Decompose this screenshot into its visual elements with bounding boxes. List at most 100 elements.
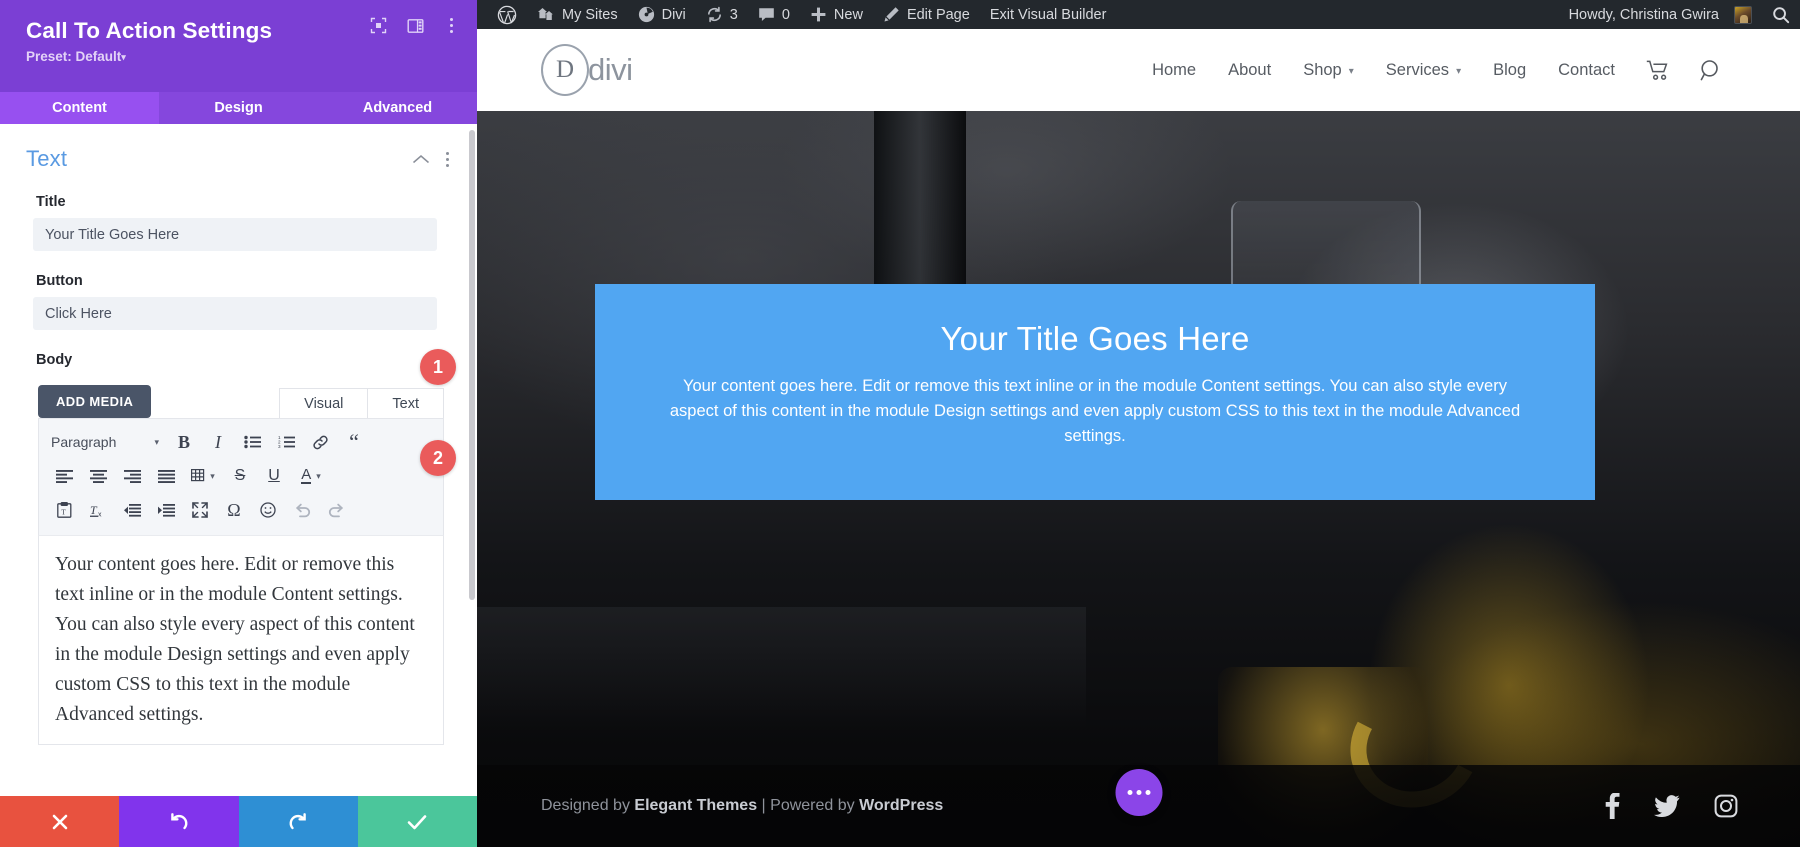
svg-text:T: T (90, 503, 98, 517)
clear-formatting-icon[interactable]: T x (81, 495, 115, 525)
button-field-group: Button Click Here (0, 273, 477, 330)
footer-credit: Designed by Elegant Themes | Powered by … (541, 797, 943, 815)
bulleted-list-icon[interactable] (235, 427, 269, 457)
layout-columns-icon[interactable] (407, 18, 424, 34)
redo-icon[interactable] (319, 495, 353, 525)
emoji-icon[interactable] (251, 495, 285, 525)
panel-preset-selector[interactable]: Preset: Default▾ (26, 49, 459, 64)
wordpress-logo-icon[interactable] (487, 0, 527, 29)
indent-icon[interactable] (149, 495, 183, 525)
more-vertical-icon[interactable] (444, 16, 459, 35)
svg-text:3: 3 (278, 444, 281, 449)
nav-item-blog[interactable]: Blog (1477, 61, 1542, 80)
nav-item-shop[interactable]: Shop ▾ (1287, 61, 1370, 80)
footer-social-links (1604, 793, 1738, 819)
adminbar-comments[interactable]: 0 (748, 0, 800, 29)
redo-button[interactable] (238, 796, 358, 847)
focus-target-icon[interactable] (370, 17, 387, 34)
link-icon[interactable] (303, 427, 337, 457)
panel-body: Text Title Your Title Goes Here Button C… (0, 124, 477, 796)
tab-content[interactable]: Content (0, 92, 159, 124)
body-textarea-content: Your content goes here. Edit or remove t… (55, 554, 415, 725)
fullscreen-icon[interactable] (183, 495, 217, 525)
tab-advanced[interactable]: Advanced (318, 92, 477, 124)
adminbar-my-sites[interactable]: My Sites (527, 0, 628, 29)
add-media-button[interactable]: ADD MEDIA (38, 385, 152, 418)
align-left-icon[interactable] (47, 461, 81, 491)
undo-button[interactable] (119, 796, 239, 847)
cancel-button[interactable] (0, 796, 120, 847)
paste-as-text-icon[interactable]: T (47, 495, 81, 525)
title-input[interactable]: Your Title Goes Here (33, 218, 437, 251)
footer-credit-middle: | Powered by (757, 797, 860, 814)
adminbar-account[interactable]: Howdy, Christina Gwira (1559, 0, 1762, 29)
site-header: D divi Home About Shop ▾ Services ▾ Blog… (477, 29, 1800, 111)
panel-header-icons (370, 16, 459, 35)
special-character-icon[interactable]: Ω (217, 495, 251, 525)
underline-icon[interactable]: U (257, 461, 291, 491)
facebook-icon[interactable] (1604, 793, 1620, 819)
table-icon[interactable]: ▾ (183, 461, 223, 491)
cta-title[interactable]: Your Title Goes Here (655, 318, 1535, 360)
align-right-icon[interactable] (115, 461, 149, 491)
blockquote-icon[interactable]: “ (337, 427, 371, 457)
footer-credit-prefix: Designed by (541, 797, 635, 814)
button-input[interactable]: Click Here (33, 297, 437, 330)
adminbar-edit-page[interactable]: Edit Page (873, 0, 980, 29)
site-logo[interactable]: D divi (541, 44, 633, 96)
divi-icon (638, 6, 654, 23)
adminbar-updates[interactable]: 3 (696, 0, 748, 29)
save-button[interactable] (357, 796, 477, 847)
undo-icon[interactable] (285, 495, 319, 525)
italic-icon[interactable]: I (201, 427, 235, 457)
tab-visual[interactable]: Visual (279, 388, 369, 418)
nav-item-services-label: Services (1385, 60, 1450, 79)
title-field-group: Title Your Title Goes Here (0, 194, 477, 251)
annotation-badge-1: 1 (420, 349, 456, 385)
adminbar-new[interactable]: New (800, 0, 873, 29)
chevron-down-icon: ▾ (121, 52, 126, 62)
adminbar-divi[interactable]: Divi (628, 0, 696, 29)
tab-design[interactable]: Design (159, 92, 318, 124)
text-section-header: Text (0, 124, 477, 172)
tab-text[interactable]: Text (367, 388, 444, 418)
annotation-badge-2: 2 (420, 440, 456, 476)
adminbar-search[interactable] (1762, 0, 1800, 29)
adminbar-exit-visual-builder[interactable]: Exit Visual Builder (980, 0, 1117, 29)
editor-top-bar: ADD MEDIA Visual Text (38, 378, 444, 418)
cta-body[interactable]: Your content goes here. Edit or remove t… (655, 374, 1535, 449)
comments-icon (759, 7, 774, 21)
instagram-icon[interactable] (1714, 794, 1738, 818)
nav-item-home[interactable]: Home (1136, 61, 1212, 80)
section-more-icon[interactable] (442, 150, 453, 169)
toolbar-row-1: Paragraph ▾ B I 1 2 3 “ (47, 425, 435, 459)
module-settings-panel: Call To Action Settings Preset: Default▾ (0, 0, 477, 847)
call-to-action-module[interactable]: Your Title Goes Here Your content goes h… (595, 284, 1595, 500)
nav-item-about[interactable]: About (1212, 61, 1287, 80)
align-justify-icon[interactable] (149, 461, 183, 491)
adminbar-divi-label: Divi (661, 6, 686, 23)
text-color-icon[interactable]: A ▾ (291, 461, 331, 491)
svg-text:T: T (61, 508, 66, 517)
footer-credit-brand[interactable]: Elegant Themes (634, 797, 757, 814)
twitter-icon[interactable] (1654, 795, 1680, 817)
close-icon (52, 814, 67, 829)
nav-item-shop-label: Shop (1303, 60, 1342, 79)
strikethrough-icon[interactable]: S (223, 461, 257, 491)
body-textarea[interactable]: Your content goes here. Edit or remove t… (38, 535, 444, 745)
chevron-up-icon[interactable] (412, 151, 430, 168)
editor-mode-tabs: Visual Text (279, 388, 444, 418)
nav-item-home-label: Home (1152, 60, 1197, 79)
bold-icon[interactable]: B (167, 427, 201, 457)
shopping-cart-icon[interactable] (1631, 60, 1685, 81)
footer-credit-brand2[interactable]: WordPress (859, 797, 943, 814)
format-select[interactable]: Paragraph ▾ (47, 434, 167, 450)
align-center-icon[interactable] (81, 461, 115, 491)
nav-item-services[interactable]: Services ▾ (1370, 61, 1477, 80)
numbered-list-icon[interactable]: 1 2 3 (269, 427, 303, 457)
builder-menu-fab[interactable] (1115, 769, 1162, 816)
site-search-icon[interactable] (1685, 59, 1738, 82)
adminbar-my-sites-label: My Sites (562, 6, 618, 23)
outdent-icon[interactable] (115, 495, 149, 525)
nav-item-contact[interactable]: Contact (1542, 61, 1631, 80)
